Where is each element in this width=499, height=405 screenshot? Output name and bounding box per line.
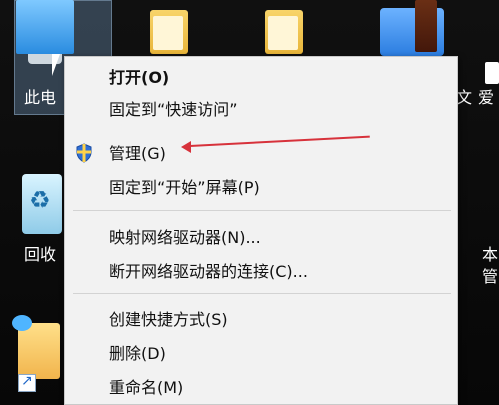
right-label-ai: 爱 — [478, 88, 495, 107]
menu-item-label: 创建快捷方式(S) — [109, 310, 228, 329]
folder-icon[interactable] — [150, 10, 188, 54]
menu-item-disconnect-drive[interactable]: 断开网络驱动器的连接(C)... — [65, 255, 457, 285]
menu-item-pin-start[interactable]: 固定到“开始”屏幕(P) — [65, 171, 457, 201]
menu-item-label: 固定到“开始”屏幕(P) — [109, 178, 260, 197]
menu-item-create-shortcut[interactable]: 创建快捷方式(S) — [65, 303, 457, 333]
menu-separator — [73, 210, 451, 211]
mouse-cursor-icon — [52, 54, 60, 76]
menu-item-label: 打开(O) — [109, 68, 170, 87]
recycle-bin-label: 回收 — [24, 245, 57, 264]
right-label-wen: 文 — [456, 88, 473, 107]
menu-item-label: 映射网络驱动器(N)... — [109, 228, 261, 247]
context-menu: 打开(O) 固定到“快速访问” 管理(G) 固定到“开始”屏幕(P) 映射网络驱… — [64, 56, 458, 405]
menu-item-pin-quick-access[interactable]: 固定到“快速访问” — [65, 93, 457, 123]
menu-item-delete[interactable]: 删除(D) — [65, 337, 457, 367]
menu-separator — [73, 293, 451, 294]
menu-item-label: 断开网络驱动器的连接(C)... — [109, 262, 308, 281]
desktop: 此电 回收 文 爱 本 管 打开(O) 固定到“快速访问” 管理(G) 固定到“… — [0, 0, 499, 405]
right-label-ben: 本 — [482, 245, 499, 264]
menu-item-label: 固定到“快速访问” — [109, 100, 238, 119]
app-shortcut-icon[interactable] — [12, 315, 60, 379]
annotation-arrow-head — [181, 141, 191, 153]
shield-icon — [76, 143, 92, 163]
this-pc-label: 此电 — [24, 88, 57, 107]
book-icon[interactable] — [415, 0, 437, 52]
menu-item-map-drive[interactable]: 映射网络驱动器(N)... — [65, 221, 457, 251]
small-white-icon — [485, 62, 499, 84]
menu-item-rename[interactable]: 重命名(M) — [65, 371, 457, 401]
menu-item-label: 删除(D) — [109, 344, 166, 363]
recycle-bin-icon[interactable] — [22, 174, 62, 234]
shortcut-overlay-icon — [18, 373, 36, 392]
menu-item-label: 管理(G) — [109, 144, 166, 163]
monitor-icon — [16, 0, 74, 54]
menu-item-label: 重命名(M) — [109, 378, 184, 397]
document-folder-icon[interactable] — [265, 10, 303, 54]
menu-item-open[interactable]: 打开(O) — [65, 61, 457, 91]
right-label-guan: 管 — [482, 267, 499, 286]
